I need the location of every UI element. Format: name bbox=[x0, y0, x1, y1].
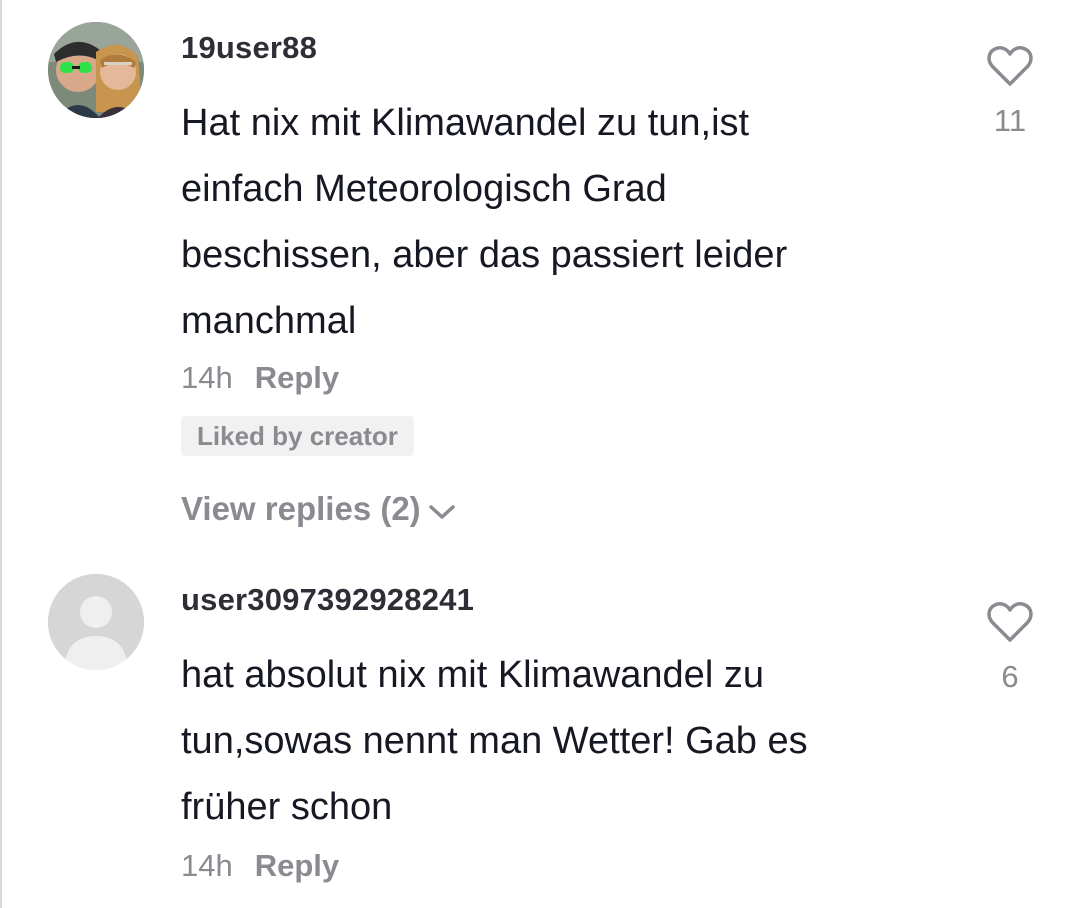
comment-text: hat absolut nix mit Klimawandel zu tun,s… bbox=[181, 642, 941, 840]
comment-timestamp: 14h bbox=[181, 360, 233, 395]
comment-meta: 14h Reply bbox=[181, 360, 339, 396]
comment-text-line: tun,sowas nennt man Wetter! Gab es bbox=[181, 720, 808, 762]
comment-timestamp: 14h bbox=[181, 848, 233, 883]
like-count: 11 bbox=[993, 103, 1027, 138]
view-replies-button[interactable]: View replies (2) bbox=[181, 490, 457, 530]
avatar-photo-image bbox=[48, 22, 144, 118]
like-control: 11 bbox=[980, 44, 1040, 139]
reply-button[interactable]: Reply bbox=[255, 848, 339, 883]
like-control: 6 bbox=[980, 600, 1040, 695]
liked-by-creator-badge: Liked by creator bbox=[181, 416, 414, 456]
comment-text-line: manchmal bbox=[181, 300, 357, 342]
reply-button[interactable]: Reply bbox=[255, 360, 339, 395]
heart-outline-icon[interactable] bbox=[980, 44, 1040, 93]
comment-text-line: Hat nix mit Klimawandel zu tun,ist bbox=[181, 102, 750, 144]
avatar[interactable] bbox=[48, 22, 144, 118]
default-avatar-icon bbox=[48, 574, 144, 670]
heart-outline-icon[interactable] bbox=[980, 600, 1040, 649]
comment-text-line: hat absolut nix mit Klimawandel zu bbox=[181, 654, 764, 696]
comment-username[interactable]: user3097392928241 bbox=[181, 582, 474, 618]
chevron-down-icon bbox=[427, 492, 457, 530]
comment-username[interactable]: 19user88 bbox=[181, 30, 317, 66]
view-replies-label: View replies (2) bbox=[181, 490, 421, 527]
comment-text-line: beschissen, aber das passiert leider bbox=[181, 234, 788, 276]
like-count: 6 bbox=[1001, 659, 1019, 694]
comment-meta: 14h Reply bbox=[181, 848, 339, 884]
comment-text-line: einfach Meteorologisch Grad bbox=[181, 168, 667, 210]
avatar[interactable] bbox=[48, 574, 144, 670]
left-edge-divider bbox=[0, 0, 2, 908]
comment-text-line: früher schon bbox=[181, 786, 393, 828]
comment-text: Hat nix mit Klimawandel zu tun,ist einfa… bbox=[181, 90, 941, 354]
